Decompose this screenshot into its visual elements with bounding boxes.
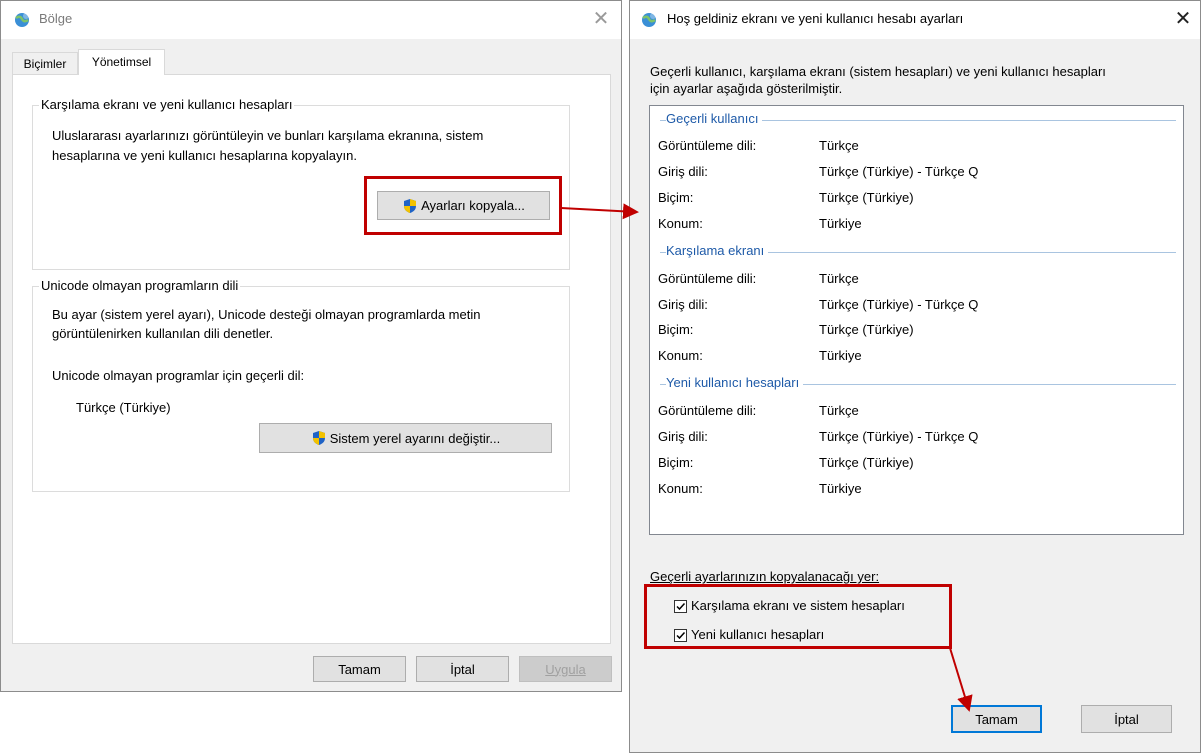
arrow-to-ok [949,647,973,712]
annotation-arrows [560,203,973,712]
tab-administrative[interactable]: Yönetimsel [78,49,165,75]
tab-administrative-label: Yönetimsel [91,55,152,69]
arrow-to-dialog [560,203,639,220]
